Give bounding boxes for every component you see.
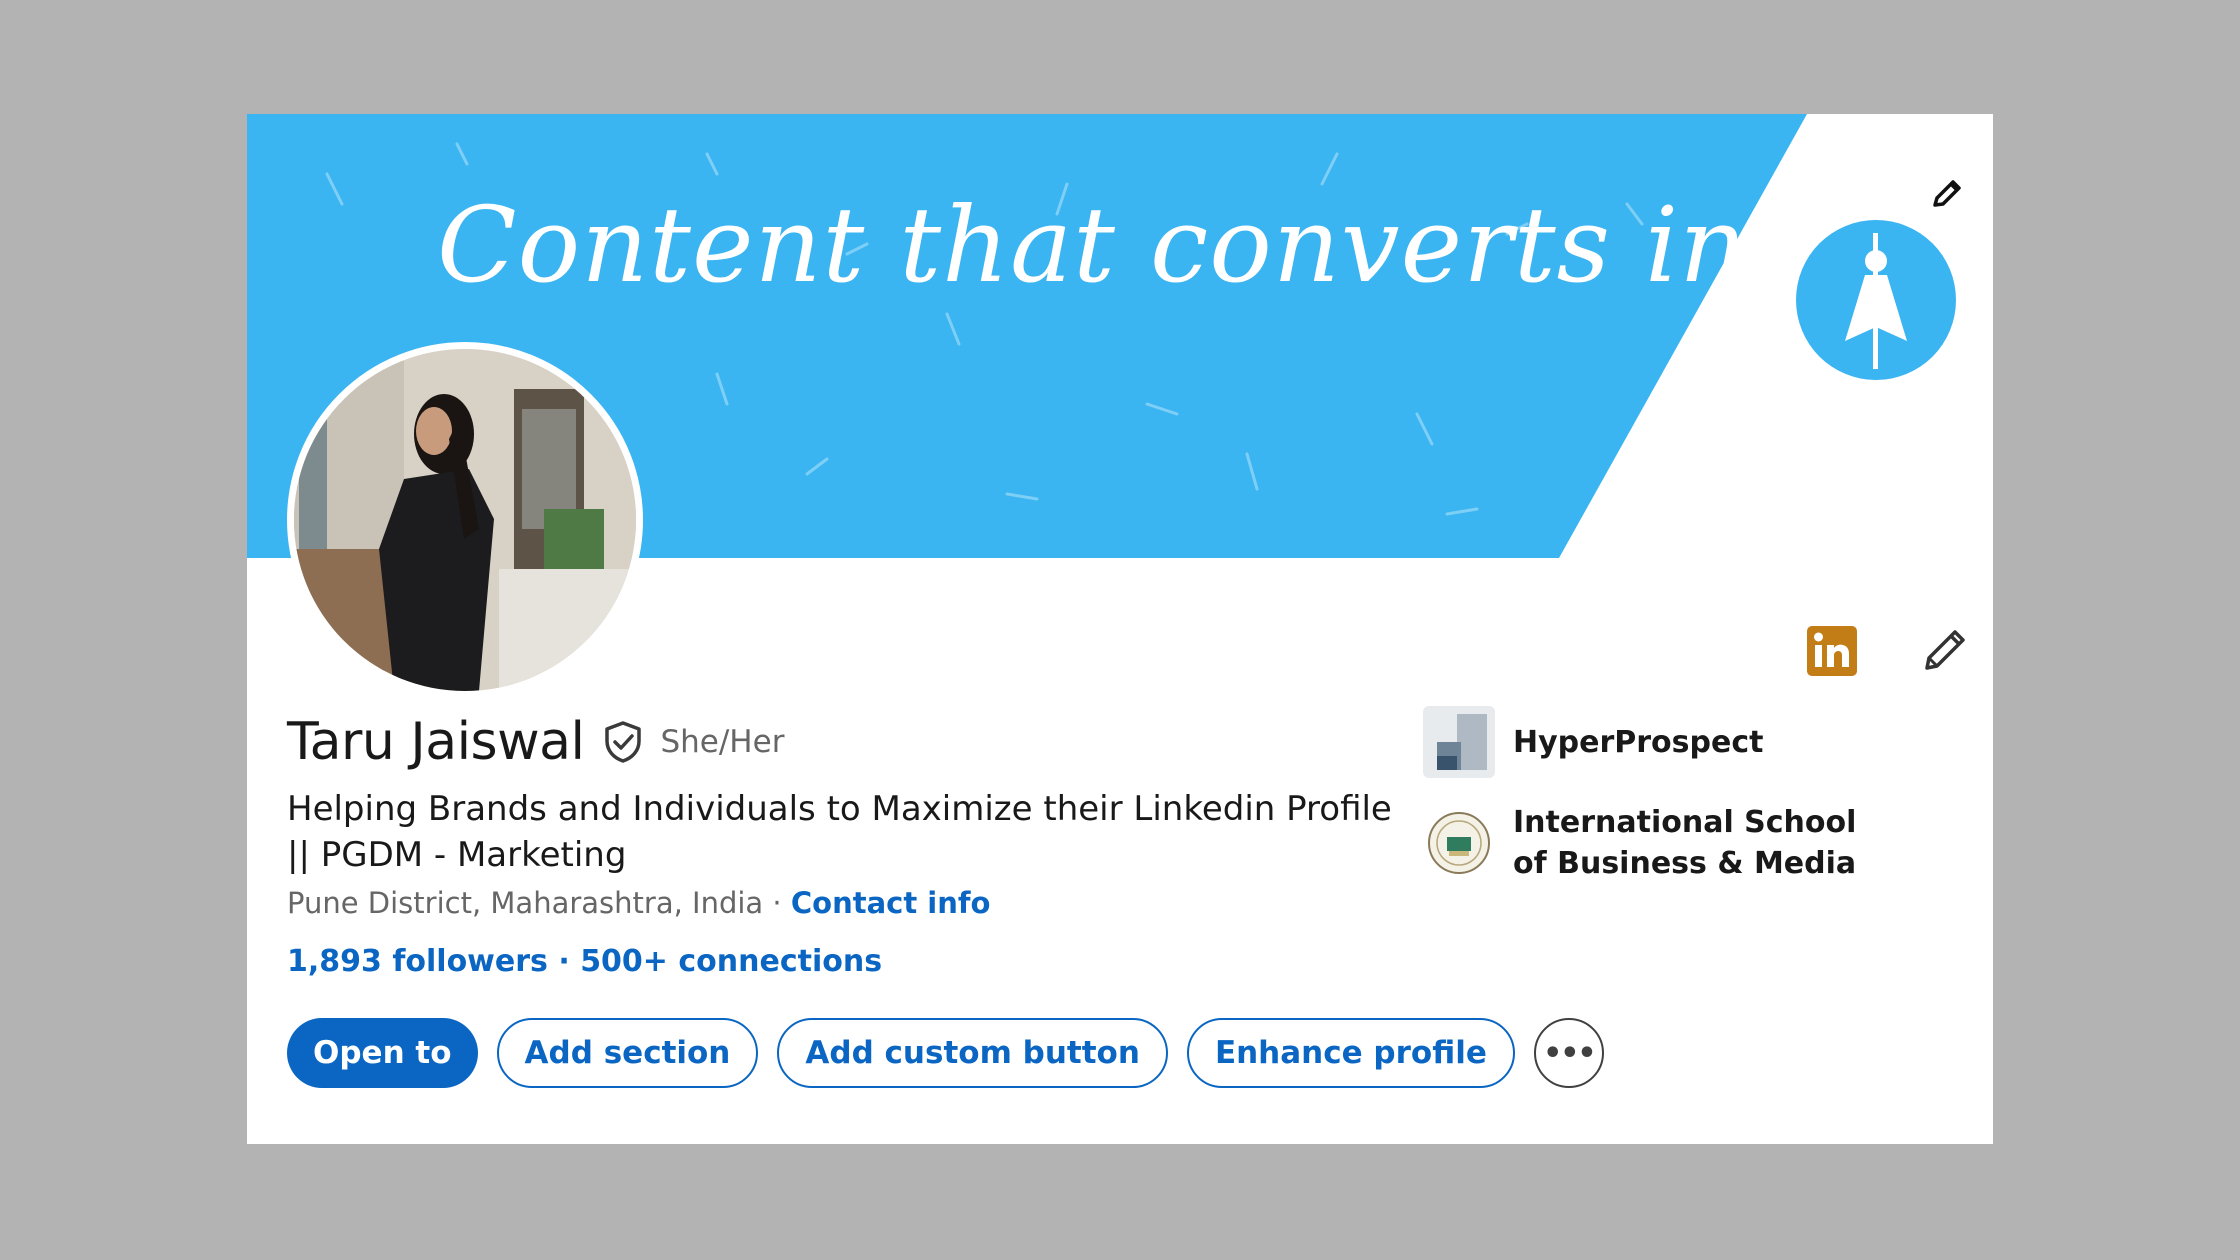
add-custom-button-button[interactable]: Add custom button (777, 1018, 1168, 1088)
more-actions-button[interactable]: ••• (1533, 1018, 1604, 1088)
experience-item-hyperprospect[interactable]: HyperProspect (1423, 706, 1893, 778)
experience-name: International School of Business & Media (1513, 805, 1857, 881)
enhance-profile-button[interactable]: Enhance profile (1186, 1018, 1515, 1088)
name-row: Taru Jaiswal She/Her (287, 712, 784, 772)
profile-actions: Open to Add section Add custom button En… (287, 1018, 1604, 1088)
pencil-icon[interactable] (1927, 174, 1967, 214)
followers-link[interactable]: 1,893 followers (287, 944, 548, 979)
edit-profile-pencil-icon[interactable] (1917, 622, 1973, 678)
add-section-button[interactable]: Add section (496, 1018, 759, 1088)
avatar[interactable] (287, 342, 643, 698)
open-to-button[interactable]: Open to (287, 1018, 478, 1088)
location-separator: · (763, 886, 791, 920)
experience-item-school[interactable]: International School of Business & Media (1423, 802, 1893, 884)
profile-headline: Helping Brands and Individuals to Maximi… (287, 789, 1392, 875)
superhero-logo-icon (1796, 220, 1956, 380)
linkedin-icon (1807, 626, 1857, 676)
profile-name: Taru Jaiswal (287, 712, 585, 772)
pronouns: She/Her (660, 724, 785, 760)
linkedin-logo-icon[interactable] (1807, 626, 1857, 676)
location-row: Pune District, Maharashtra, India · Cont… (287, 886, 990, 920)
hyperprospect-logo (1423, 706, 1495, 778)
location-text: Pune District, Maharashtra, India (287, 886, 764, 920)
experience-name: HyperProspect (1513, 724, 1764, 760)
connections-link[interactable]: 500+ connections (580, 944, 882, 979)
contact-info-link[interactable]: Contact info (791, 886, 991, 920)
banner-headline: Content that converts into leads (437, 184, 1993, 306)
profile-photo (294, 349, 636, 691)
school-crest-logo (1423, 807, 1495, 879)
network-stats: 1,893 followers · 500+ connections (287, 944, 882, 979)
school-crest-icon (1423, 807, 1495, 879)
profile-card: Content that converts into leads (247, 114, 1993, 1144)
verified-shield-icon[interactable] (600, 719, 646, 765)
hyperprospect-logo-icon (1423, 706, 1495, 778)
stats-separator: · (547, 944, 581, 979)
